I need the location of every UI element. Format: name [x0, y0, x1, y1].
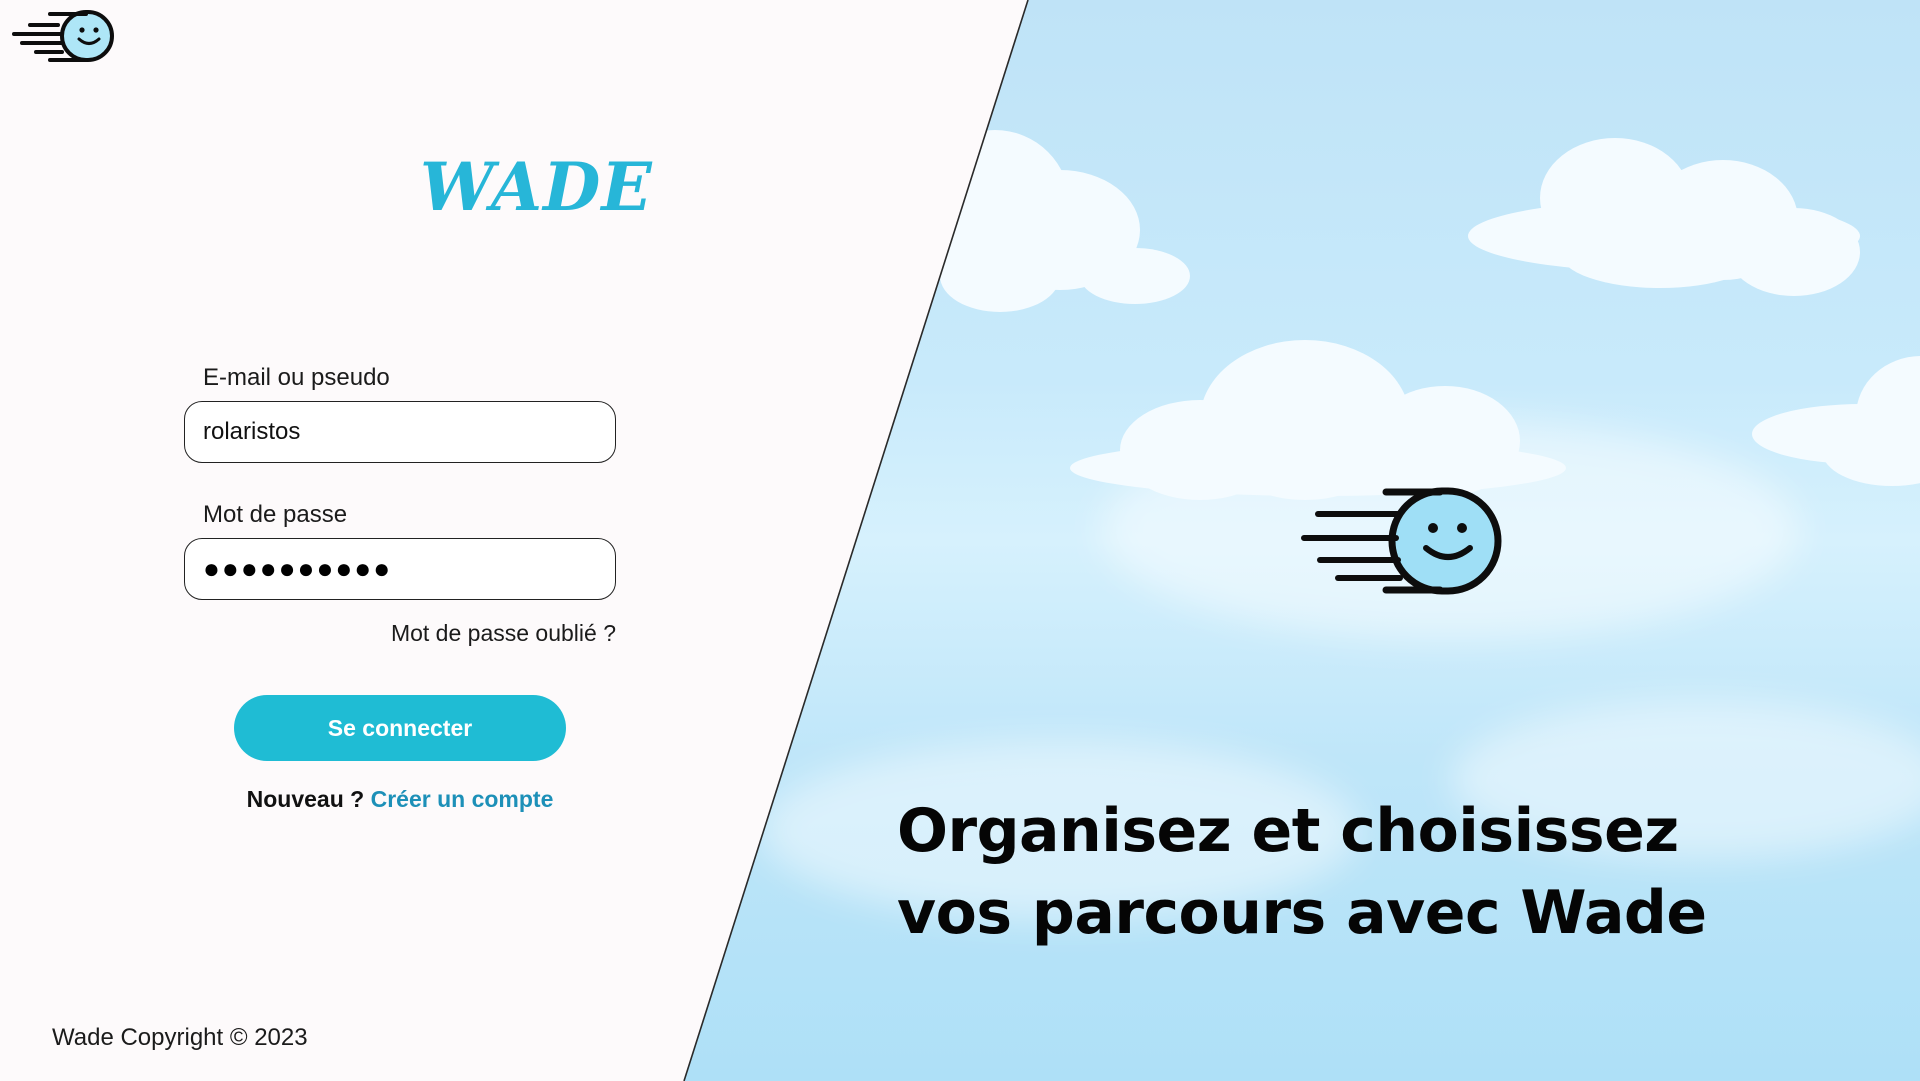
brand-wordmark: WADE	[420, 148, 653, 226]
identifier-value: rolaristos	[203, 418, 301, 445]
hero-tagline: Organisez et choisissez vos parcours ave…	[897, 790, 1717, 954]
cloud	[1468, 138, 1860, 300]
password-input[interactable]: ●●●●●●●●●●	[184, 538, 616, 600]
password-masked-value: ●●●●●●●●●●	[203, 553, 393, 584]
flying-smiley-icon	[1301, 487, 1502, 595]
tagline-line-2: vos parcours avec Wade	[897, 878, 1707, 948]
new-user-text: Nouveau ?	[246, 786, 365, 812]
cloud	[920, 130, 1190, 330]
flying-smiley-icon[interactable]	[12, 10, 116, 66]
login-page: WADE E-mail ou pseudo rolaristos Mot de …	[0, 0, 1920, 1081]
identifier-input[interactable]: rolaristos	[184, 401, 616, 463]
footer-copyright: Wade Copyright © 2023	[52, 1024, 308, 1051]
cloud	[1070, 340, 1566, 500]
signup-prompt: Nouveau ? Créer un compte	[200, 786, 600, 813]
tagline-line-1: Organisez et choisissez	[897, 796, 1679, 866]
create-account-link[interactable]: Créer un compte	[371, 786, 554, 812]
password-label: Mot de passe	[203, 501, 348, 528]
login-button[interactable]: Se connecter	[234, 695, 566, 761]
forgot-password-link[interactable]: Mot de passe oublié ?	[388, 620, 616, 647]
identifier-label: E-mail ou pseudo	[203, 364, 390, 391]
cloud	[1752, 356, 1920, 486]
